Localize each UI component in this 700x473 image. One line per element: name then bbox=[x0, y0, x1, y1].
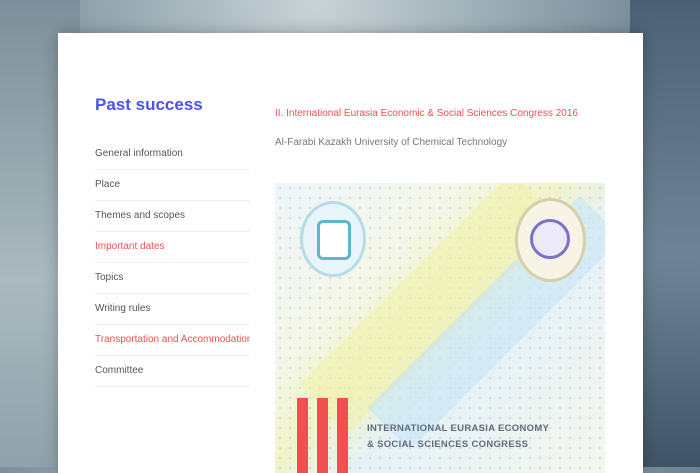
content-panel: Past success General information Place T… bbox=[58, 33, 643, 473]
sidebar: Past success General information Place T… bbox=[95, 95, 250, 387]
poster-bar bbox=[317, 398, 328, 473]
seal-right-inner-icon bbox=[530, 219, 570, 259]
poster-heading-line1: INTERNATIONAL EURASIA ECONOMY bbox=[367, 423, 550, 434]
poster-heading: INTERNATIONAL EURASIA ECONOMY & SOCIAL S… bbox=[367, 421, 597, 453]
sidebar-nav: General information Place Themes and sco… bbox=[95, 139, 250, 387]
sidebar-item-important-dates[interactable]: Important dates bbox=[95, 232, 250, 263]
poster-bar bbox=[337, 398, 348, 473]
sidebar-title: Past success bbox=[95, 95, 203, 114]
university-seal-left-icon bbox=[300, 201, 366, 277]
poster-heading-line2: & SOCIAL SCIENCES CONGRESS bbox=[367, 439, 529, 450]
sidebar-item-general-information[interactable]: General information bbox=[95, 139, 250, 170]
sidebar-item-place[interactable]: Place bbox=[95, 170, 250, 201]
roman-numeral-ii-icon bbox=[297, 398, 357, 473]
conference-subtitle: Al-Farabi Kazakh University of Chemical … bbox=[275, 137, 508, 148]
sidebar-item-writing-rules[interactable]: Writing rules bbox=[95, 294, 250, 325]
sidebar-item-committee[interactable]: Committee bbox=[95, 356, 250, 387]
conference-poster-image[interactable]: INTERNATIONAL EURASIA ECONOMY & SOCIAL S… bbox=[275, 183, 605, 473]
university-seal-right-icon bbox=[515, 198, 586, 282]
sidebar-item-transportation[interactable]: Transportation and Accommodation bbox=[95, 325, 250, 356]
sidebar-item-topics[interactable]: Topics bbox=[95, 263, 250, 294]
seal-left-inner-icon bbox=[317, 220, 351, 260]
main-content: II. International Eurasia Economic & Soc… bbox=[275, 108, 605, 148]
conference-title-link[interactable]: II. International Eurasia Economic & Soc… bbox=[275, 108, 605, 119]
sidebar-item-themes[interactable]: Themes and scopes bbox=[95, 201, 250, 232]
poster-bar bbox=[297, 398, 308, 473]
